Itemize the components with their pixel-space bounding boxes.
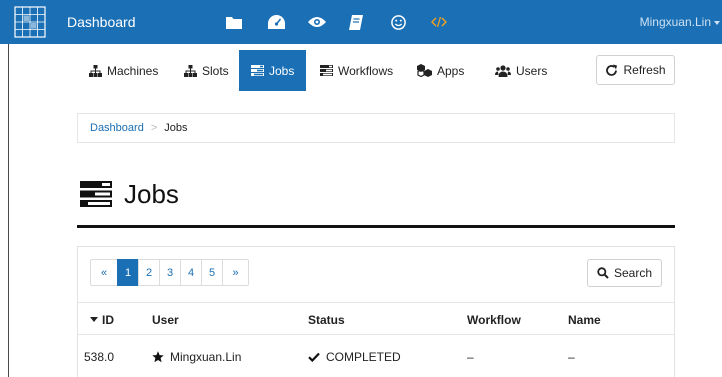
user-name: Mingxuan.Lin (639, 15, 711, 29)
pagination-next[interactable]: » (222, 259, 249, 286)
tab-label: Jobs (269, 63, 295, 78)
jobs-panel: « 1 2 3 4 5 » Search ID User Status Work… (77, 246, 675, 377)
pagination-page-5[interactable]: 5 (201, 259, 223, 286)
cell-status: COMPLETED (308, 350, 401, 364)
title-divider (77, 225, 675, 228)
column-header-user[interactable]: User (152, 313, 179, 327)
cell-workflow: – (467, 350, 474, 364)
column-header-id[interactable]: ID (90, 313, 114, 327)
pagination-page-1[interactable]: 1 (117, 259, 139, 286)
cell-id[interactable]: 538.0 (84, 350, 114, 364)
cell-user-text: Mingxuan.Lin (170, 350, 242, 364)
column-header-workflow[interactable]: Workflow (467, 313, 521, 327)
search-label: Search (613, 266, 653, 280)
tab-workflows[interactable]: Workflows (308, 50, 405, 91)
column-header-name[interactable]: Name (568, 313, 601, 327)
breadcrumb-separator: > (150, 122, 158, 134)
refresh-label: Refresh (623, 63, 666, 77)
tab-users[interactable]: Users (483, 50, 559, 91)
sitemap-icon (184, 64, 197, 77)
cubes-icon (417, 64, 432, 77)
tab-label: Machines (107, 63, 159, 78)
pagination-page-3[interactable]: 3 (159, 259, 181, 286)
brand-link[interactable]: Dashboard (67, 0, 136, 44)
users-icon (495, 64, 511, 77)
tab-label: Slots (202, 63, 229, 78)
breadcrumb: Dashboard > Jobs (77, 113, 675, 143)
tasks-icon (320, 65, 333, 76)
book-icon[interactable] (346, 12, 366, 32)
page-title-text: Jobs (124, 178, 179, 209)
breadcrumb-link-dashboard[interactable]: Dashboard (90, 122, 144, 134)
pagination: « 1 2 3 4 5 » (90, 259, 249, 286)
cell-user[interactable]: Mingxuan.Lin (152, 350, 241, 364)
pagination-page-2[interactable]: 2 (138, 259, 160, 286)
tab-label: Users (516, 63, 548, 78)
check-icon (308, 352, 320, 362)
sitemap-icon (89, 64, 102, 77)
pagination-prev[interactable]: « (90, 259, 118, 286)
tasks-icon (80, 181, 112, 207)
tab-machines[interactable]: Machines (77, 50, 170, 91)
star-icon (152, 351, 164, 363)
breadcrumb-current: Jobs (164, 122, 188, 134)
tasks-icon (251, 65, 264, 76)
page-title: Jobs (80, 176, 179, 212)
tab-jobs[interactable]: Jobs (239, 50, 307, 91)
logo-icon[interactable] (14, 6, 46, 38)
pagination-page-4[interactable]: 4 (180, 259, 202, 286)
user-menu[interactable]: Mingxuan.Lin (640, 0, 720, 44)
column-header-label: ID (102, 313, 114, 327)
cell-status-text: COMPLETED (326, 350, 401, 364)
frame-border (8, 44, 9, 377)
tab-label: Apps (437, 63, 465, 78)
dashboard-icon[interactable] (266, 12, 286, 32)
top-navbar: Dashboard Mingxuan.Lin (0, 0, 722, 44)
eye-icon[interactable] (307, 12, 327, 32)
panel-divider (78, 302, 674, 303)
tab-slots[interactable]: Slots (172, 50, 241, 91)
tab-apps[interactable]: Apps (405, 50, 476, 91)
refresh-icon (606, 64, 618, 76)
cell-id-text: 538.0 (84, 350, 115, 364)
folder-icon[interactable] (224, 12, 244, 32)
tab-label: Workflows (338, 63, 394, 78)
caret-down-icon (714, 20, 720, 25)
cell-name: – (568, 350, 575, 364)
smile-icon[interactable] (388, 12, 408, 32)
code-icon[interactable] (429, 12, 449, 32)
column-header-status[interactable]: Status (308, 313, 345, 327)
search-icon (597, 267, 609, 279)
search-button[interactable]: Search (587, 259, 662, 287)
header-divider (78, 334, 674, 335)
sort-desc-icon (90, 317, 98, 322)
refresh-button[interactable]: Refresh (596, 55, 675, 85)
